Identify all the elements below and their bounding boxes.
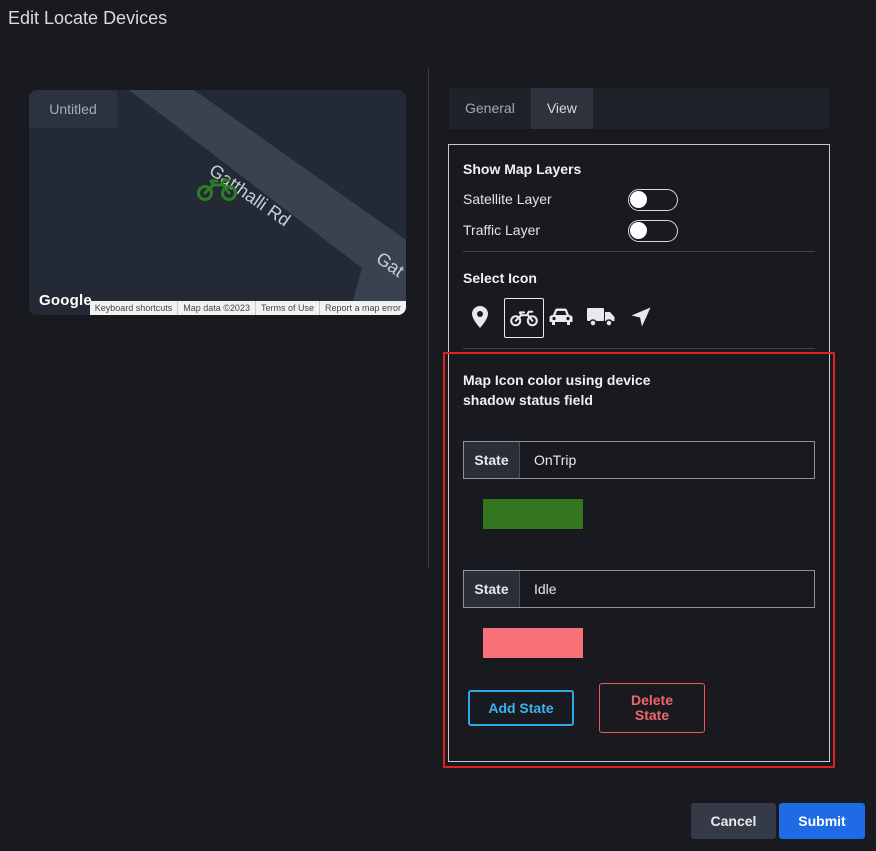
map-title-tab: Untitled bbox=[29, 90, 117, 128]
traffic-layer-label: Traffic Layer bbox=[463, 222, 541, 238]
state-prefix: State bbox=[464, 442, 520, 478]
map-data-label: Map data ©2023 bbox=[177, 301, 255, 315]
traffic-layer-toggle[interactable] bbox=[628, 220, 678, 242]
terms-of-use-link[interactable]: Terms of Use bbox=[254, 301, 319, 315]
google-logo: Google bbox=[39, 292, 92, 309]
truck-icon[interactable] bbox=[582, 298, 620, 336]
map-layers-title: Show Map Layers bbox=[463, 161, 582, 177]
delete-state-label-line2: State bbox=[634, 707, 670, 723]
select-icon-title: Select Icon bbox=[463, 270, 537, 286]
toggle-knob bbox=[630, 222, 647, 239]
keyboard-shortcuts-link[interactable]: Keyboard shortcuts bbox=[90, 301, 178, 315]
state-color-swatch-idle[interactable] bbox=[483, 628, 583, 658]
delete-state-button[interactable]: Delete State bbox=[599, 683, 705, 733]
state-field-ontrip[interactable]: State OnTrip bbox=[463, 441, 815, 479]
delete-state-label-line1: Delete bbox=[630, 692, 674, 708]
add-state-button[interactable]: Add State bbox=[468, 690, 574, 726]
icon-color-title-line2: shadow status field bbox=[463, 392, 593, 408]
map-attribution: Keyboard shortcuts Map data ©2023 Terms … bbox=[89, 301, 406, 315]
satellite-layer-label: Satellite Layer bbox=[463, 191, 552, 207]
tab-view[interactable]: View bbox=[530, 88, 593, 129]
cancel-button[interactable]: Cancel bbox=[691, 803, 776, 839]
satellite-layer-toggle[interactable] bbox=[628, 189, 678, 211]
submit-button[interactable]: Submit bbox=[779, 803, 865, 839]
navigation-arrow-icon[interactable] bbox=[622, 298, 660, 336]
view-settings-panel: Show Map Layers Satellite Layer Traffic … bbox=[448, 144, 830, 762]
state-value[interactable]: OnTrip bbox=[520, 442, 576, 478]
map-preview[interactable]: Untitled Gatthalli Rd Gat Google Keyboar… bbox=[29, 90, 406, 315]
car-icon[interactable] bbox=[542, 298, 580, 336]
section-divider bbox=[463, 251, 815, 252]
state-color-swatch-ontrip[interactable] bbox=[483, 499, 583, 529]
toggle-knob bbox=[630, 191, 647, 208]
state-value[interactable]: Idle bbox=[520, 571, 557, 607]
vertical-divider bbox=[428, 68, 429, 568]
motorcycle-icon[interactable] bbox=[197, 176, 237, 207]
motorcycle-icon-option[interactable] bbox=[504, 298, 544, 338]
state-prefix: State bbox=[464, 571, 520, 607]
section-divider bbox=[463, 348, 815, 349]
settings-tabs: General View bbox=[449, 88, 829, 129]
report-map-error-link[interactable]: Report a map error bbox=[318, 301, 406, 315]
state-field-idle[interactable]: State Idle bbox=[463, 570, 815, 608]
icon-color-title-line1: Map Icon color using device bbox=[463, 372, 651, 388]
tab-general[interactable]: General bbox=[449, 88, 531, 129]
dialog-title: Edit Locate Devices bbox=[8, 8, 168, 28]
map-pin-icon[interactable] bbox=[461, 298, 499, 336]
motorcycle-icon bbox=[510, 310, 538, 327]
